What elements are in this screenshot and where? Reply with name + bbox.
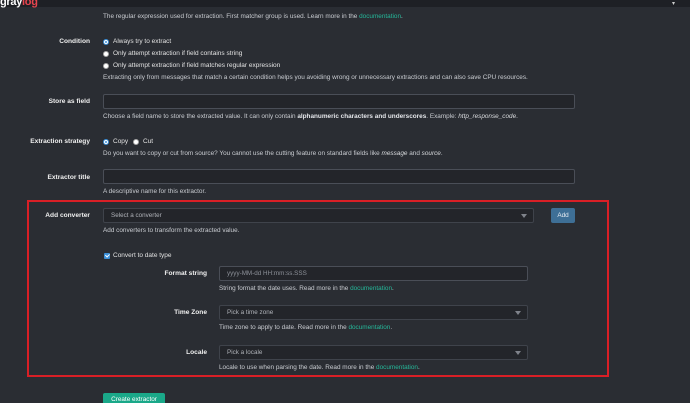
converter-select[interactable]: Select a converter bbox=[103, 208, 534, 223]
checkbox-label: Convert to date type bbox=[113, 252, 172, 259]
regex-help-end: . bbox=[401, 13, 403, 20]
condition-help-text: Extracting only from messages that match… bbox=[103, 74, 528, 81]
checkbox-checked-icon[interactable] bbox=[104, 252, 110, 259]
help-italic-text: message bbox=[381, 150, 408, 157]
help-text: . bbox=[516, 113, 518, 120]
store-as-field-help: Choose a field name to store the extract… bbox=[103, 113, 518, 120]
time-zone-help: Time zone to apply to date. Read more in… bbox=[219, 324, 392, 331]
help-text: Do you want to copy or cut from source? … bbox=[103, 150, 382, 157]
strategy-copy-radio[interactable]: Copy bbox=[103, 138, 128, 145]
help-text: . bbox=[417, 364, 420, 371]
condition-contains-radio[interactable]: Only attempt extraction if field contain… bbox=[103, 50, 242, 57]
store-as-field-input[interactable] bbox=[103, 94, 575, 109]
regex-help-body: The regular expression used for extracti… bbox=[103, 13, 360, 20]
create-extractor-button[interactable]: Create extractor bbox=[103, 393, 165, 403]
logo-accent-text: log bbox=[22, 0, 38, 8]
format-string-help: String format the date uses. Read more i… bbox=[219, 285, 394, 292]
radio-icon[interactable] bbox=[103, 62, 109, 69]
help-text: . bbox=[440, 150, 443, 157]
chevron-down-icon[interactable]: ▾ bbox=[672, 0, 682, 7]
help-example-text: http_response_code bbox=[458, 113, 517, 120]
converter-select-value: Select a converter bbox=[111, 212, 162, 219]
format-string-label: Format string bbox=[164, 270, 208, 277]
regex-help-text: The regular expression used for extracti… bbox=[103, 13, 403, 20]
condition-option-label: Only attempt extraction if field matches… bbox=[113, 62, 281, 69]
top-navbar: graylog ▾ bbox=[0, 0, 690, 8]
time-zone-select[interactable]: Pick a time zone bbox=[219, 305, 528, 320]
condition-always-radio[interactable]: Always try to extract bbox=[103, 38, 171, 45]
extractor-title-help: A descriptive name for this extractor. bbox=[103, 188, 207, 195]
add-converter-help: Add converters to transform the extracte… bbox=[103, 227, 240, 234]
extractor-title-label: Extractor title bbox=[47, 174, 90, 181]
strategy-option-label: Cut bbox=[143, 138, 154, 145]
help-text: and bbox=[407, 150, 422, 157]
time-zone-documentation-link[interactable]: documentation bbox=[348, 324, 390, 331]
chevron-down-icon bbox=[515, 351, 521, 355]
help-text: . bbox=[392, 285, 394, 292]
condition-label: Condition bbox=[59, 38, 90, 45]
radio-checked-icon[interactable] bbox=[103, 38, 109, 45]
graylog-logo[interactable]: graylog bbox=[0, 0, 38, 8]
locale-select-value: Pick a locale bbox=[227, 349, 263, 356]
help-text: Choose a field name to store the extract… bbox=[103, 113, 298, 120]
locale-select[interactable]: Pick a locale bbox=[219, 345, 528, 360]
add-converter-label: Add converter bbox=[45, 212, 90, 219]
condition-option-label: Always try to extract bbox=[113, 38, 172, 45]
help-text: Locale to use when parsing the date. Rea… bbox=[219, 364, 377, 371]
locale-help: Locale to use when parsing the date. Rea… bbox=[219, 364, 420, 371]
regex-documentation-link[interactable]: documentation bbox=[359, 13, 401, 20]
help-text: String format the date uses. Read more i… bbox=[219, 285, 351, 292]
time-zone-select-value: Pick a time zone bbox=[227, 309, 274, 316]
strategy-cut-radio[interactable]: Cut bbox=[133, 138, 153, 145]
help-italic-text: source bbox=[421, 150, 441, 157]
extraction-strategy-label: Extraction strategy bbox=[30, 138, 90, 145]
format-string-input[interactable]: yyyy-MM-dd HH:mm:ss.SSS bbox=[219, 266, 528, 281]
format-string-placeholder: yyyy-MM-dd HH:mm:ss.SSS bbox=[227, 270, 307, 277]
extractor-title-input[interactable] bbox=[103, 169, 575, 184]
chevron-down-icon bbox=[515, 311, 521, 315]
help-bold-text: alphanumeric characters and underscores bbox=[297, 113, 427, 120]
time-zone-label: Time Zone bbox=[174, 309, 207, 316]
convert-to-date-checkbox[interactable]: Convert to date type bbox=[104, 252, 172, 259]
add-converter-button[interactable]: Add bbox=[551, 208, 575, 223]
chevron-down-icon bbox=[521, 214, 527, 218]
extraction-strategy-help: Do you want to copy or cut from source? … bbox=[103, 150, 443, 157]
condition-regex-radio[interactable]: Only attempt extraction if field matches… bbox=[103, 62, 280, 69]
radio-checked-icon[interactable] bbox=[103, 138, 109, 145]
radio-icon[interactable] bbox=[103, 50, 109, 57]
strategy-option-label: Copy bbox=[113, 138, 129, 145]
radio-icon[interactable] bbox=[133, 138, 139, 145]
condition-option-label: Only attempt extraction if field contain… bbox=[113, 50, 243, 57]
locale-label: Locale bbox=[186, 349, 207, 356]
store-as-field-label: Store as field bbox=[48, 98, 90, 105]
help-text: Time zone to apply to date. Read more in… bbox=[219, 324, 349, 331]
help-text: . Example: bbox=[426, 113, 459, 120]
format-documentation-link[interactable]: documentation bbox=[350, 285, 392, 292]
help-text: . bbox=[390, 324, 393, 331]
locale-documentation-link[interactable]: documentation bbox=[376, 364, 418, 371]
logo-text: gray bbox=[0, 0, 23, 8]
